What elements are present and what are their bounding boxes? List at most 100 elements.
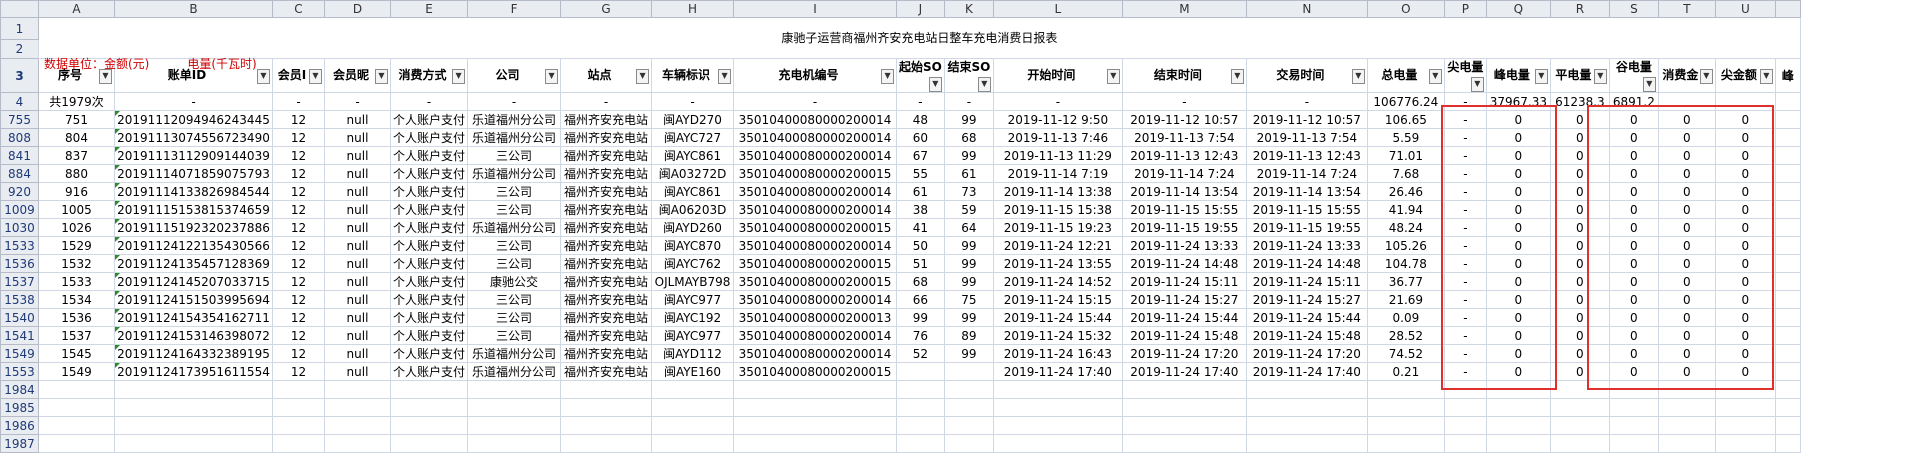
cell-start-soc[interactable]: 55 xyxy=(896,164,945,183)
cell-feng-power[interactable]: 0 xyxy=(1485,362,1551,381)
cell-gu-power[interactable]: 0 xyxy=(1608,308,1659,327)
cell-pay-method[interactable]: 个人账户支付 xyxy=(389,326,469,345)
cell-trade-time[interactable]: 2019-11-15 19:55 xyxy=(1245,218,1368,237)
cell[interactable] xyxy=(560,434,653,453)
cell-member-id[interactable]: 12 xyxy=(272,290,325,309)
column-header-cell[interactable]: 开始时间 ▼ xyxy=(992,58,1123,93)
cell-end-soc[interactable]: 68 xyxy=(943,128,994,147)
cell-pay-method[interactable]: 个人账户支付 xyxy=(389,254,469,273)
cell-member-nick[interactable]: null xyxy=(324,128,391,147)
cell[interactable] xyxy=(1774,110,1801,129)
cell-charger-id[interactable]: 35010400080000200015 xyxy=(733,272,898,291)
cell-bill-id[interactable]: 20191124151503995694 xyxy=(114,290,273,309)
cell-station[interactable]: 福州齐安充电站 xyxy=(560,272,653,291)
cell-pay-method[interactable]: 个人账户支付 xyxy=(389,236,469,255)
column-header-cell[interactable]: 总电量 ▼ xyxy=(1366,58,1445,93)
cell-jian-amount[interactable]: 0 xyxy=(1714,182,1776,201)
cell[interactable] xyxy=(1366,398,1445,417)
cell-end-time[interactable]: 2019-11-14 13:54 xyxy=(1121,182,1247,201)
cell-total-power[interactable]: 21.69 xyxy=(1366,290,1445,309)
cell-gu-power[interactable]: 0 xyxy=(1608,272,1659,291)
cell-gu-power[interactable]: 0 xyxy=(1608,200,1659,219)
cell[interactable] xyxy=(1714,434,1776,453)
cell-end-soc[interactable]: 99 xyxy=(943,254,994,273)
cell[interactable] xyxy=(733,416,898,435)
column-header[interactable]: F xyxy=(467,0,562,18)
cell[interactable] xyxy=(1121,380,1247,399)
cell-gu-power[interactable]: 0 xyxy=(1608,362,1659,381)
column-header[interactable]: S xyxy=(1608,0,1659,18)
cell-amount[interactable]: 0 xyxy=(1657,344,1716,363)
summary-dash[interactable]: - xyxy=(896,92,945,111)
cell[interactable] xyxy=(1774,92,1801,111)
cell-end-time[interactable]: 2019-11-13 7:54 xyxy=(1121,128,1247,147)
cell[interactable] xyxy=(1608,416,1659,435)
cell[interactable] xyxy=(1657,416,1716,435)
cell-gu-power[interactable]: 0 xyxy=(1608,146,1659,165)
cell-trade-time[interactable]: 2019-11-13 7:54 xyxy=(1245,128,1368,147)
cell-trade-time[interactable]: 2019-11-24 15:27 xyxy=(1245,290,1368,309)
cell[interactable] xyxy=(1774,344,1801,363)
cell-amount[interactable]: 0 xyxy=(1657,146,1716,165)
cell-end-soc[interactable]: 99 xyxy=(943,344,994,363)
cell[interactable] xyxy=(1485,416,1551,435)
cell-charger-id[interactable]: 35010400080000200014 xyxy=(733,344,898,363)
cell-ping-power[interactable]: 0 xyxy=(1549,272,1610,291)
cell-member-nick[interactable]: null xyxy=(324,146,391,165)
cell-jian-amount[interactable]: 0 xyxy=(1714,272,1776,291)
cell-vehicle[interactable]: 闽AYC192 xyxy=(651,308,735,327)
cell-gu-power[interactable]: 0 xyxy=(1608,110,1659,129)
cell-gu-power[interactable]: 0 xyxy=(1608,218,1659,237)
cell-station[interactable]: 福州齐安充电站 xyxy=(560,200,653,219)
cell-start-time[interactable]: 2019-11-12 9:50 xyxy=(992,110,1123,129)
filter-dropdown-icon[interactable]: ▼ xyxy=(1699,69,1713,84)
cell-end-time[interactable]: 2019-11-24 15:27 xyxy=(1121,290,1247,309)
cell-company[interactable]: 乐道福州分公司 xyxy=(467,164,562,183)
row-number[interactable]: 4 xyxy=(0,92,39,111)
cell-trade-time[interactable]: 2019-11-24 17:20 xyxy=(1245,344,1368,363)
summary-dash[interactable]: - xyxy=(733,92,898,111)
cell-end-soc[interactable]: 99 xyxy=(943,110,994,129)
filter-dropdown-icon[interactable]: ▼ xyxy=(452,69,466,84)
cell-feng-power[interactable]: 0 xyxy=(1485,308,1551,327)
row-number[interactable]: 755 xyxy=(0,110,39,129)
cell-start-time[interactable]: 2019-11-24 15:44 xyxy=(992,308,1123,327)
summary-dash[interactable]: - xyxy=(651,92,735,111)
cell-feng-power[interactable]: 0 xyxy=(1485,182,1551,201)
cell-vehicle[interactable]: 闽AYC861 xyxy=(651,182,735,201)
cell-member-id[interactable]: 12 xyxy=(272,344,325,363)
cell-jian-amount[interactable]: 0 xyxy=(1714,164,1776,183)
cell-trade-time[interactable]: 2019-11-13 12:43 xyxy=(1245,146,1368,165)
cell[interactable] xyxy=(1774,416,1801,435)
cell[interactable] xyxy=(1714,380,1776,399)
cell[interactable] xyxy=(38,380,115,399)
cell-member-nick[interactable]: null xyxy=(324,326,391,345)
row-number[interactable]: 1987 xyxy=(0,434,39,453)
cell[interactable] xyxy=(1485,434,1551,453)
row-number[interactable]: 1541 xyxy=(0,326,39,345)
cell-company[interactable]: 乐道福州分公司 xyxy=(467,128,562,147)
cell-start-soc[interactable]: 41 xyxy=(896,218,945,237)
cell-vehicle[interactable]: 闽A06203D xyxy=(651,200,735,219)
cell[interactable] xyxy=(324,416,391,435)
cell[interactable] xyxy=(943,380,994,399)
cell-member-nick[interactable]: null xyxy=(324,164,391,183)
cell-ping-power[interactable]: 0 xyxy=(1549,200,1610,219)
cell-company[interactable]: 乐道福州分公司 xyxy=(467,344,562,363)
cell-vehicle[interactable]: 闽AYC977 xyxy=(651,326,735,345)
cell-seq[interactable]: 751 xyxy=(38,110,115,129)
column-header-cell[interactable]: 充电机编号 ▼ xyxy=(733,58,898,93)
cell-jian-power[interactable]: - xyxy=(1443,308,1487,327)
cell[interactable] xyxy=(1774,434,1801,453)
cell-jian-amount[interactable]: 0 xyxy=(1714,362,1776,381)
cell[interactable] xyxy=(1608,398,1659,417)
cell[interactable] xyxy=(1774,290,1801,309)
cell[interactable] xyxy=(992,380,1123,399)
cell-total-power[interactable]: 28.52 xyxy=(1366,326,1445,345)
cell-member-nick[interactable]: null xyxy=(324,344,391,363)
cell-seq[interactable]: 880 xyxy=(38,164,115,183)
column-header-cell[interactable]: 峰 xyxy=(1774,58,1801,93)
filter-dropdown-icon[interactable]: ▼ xyxy=(309,69,322,84)
cell[interactable] xyxy=(324,380,391,399)
summary-dash[interactable]: - xyxy=(992,92,1123,111)
